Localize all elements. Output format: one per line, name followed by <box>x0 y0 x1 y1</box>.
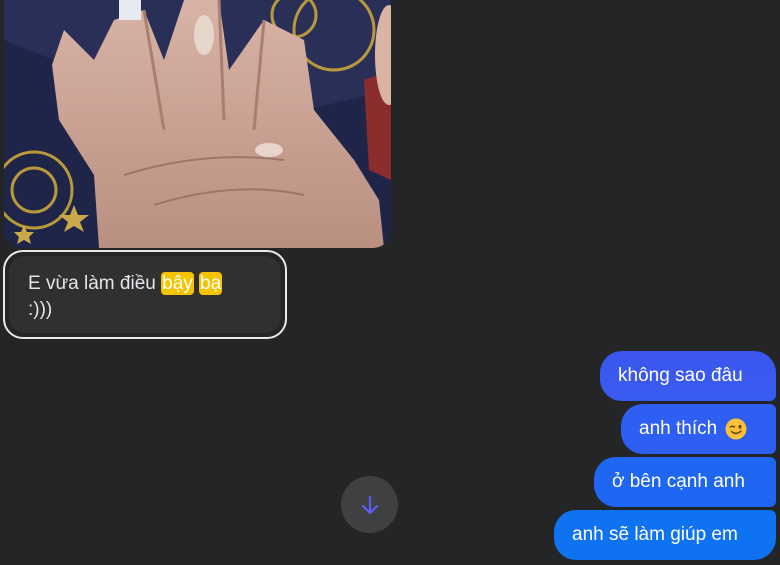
outgoing-message-bubble[interactable]: anh thích <box>621 404 776 454</box>
incoming-message-bubble[interactable]: E vừa làm điều bậy bạ :))) <box>3 250 287 339</box>
message-text: ở bên cạnh anh <box>612 471 745 492</box>
palm-photo <box>4 0 391 248</box>
highlighted-word: bậy <box>161 272 194 295</box>
incoming-photo-message[interactable] <box>4 0 391 248</box>
message-text: anh sẽ làm giúp em <box>572 524 738 545</box>
message-text: anh thích <box>639 418 718 439</box>
message-text: E vừa làm điều <box>28 273 162 294</box>
arrow-down-icon <box>361 495 378 514</box>
highlighted-word: bạ <box>199 272 223 295</box>
outgoing-message-bubble[interactable]: không sao đâu <box>600 351 776 401</box>
outgoing-message-bubble[interactable]: ở bên cạnh anh <box>594 457 776 507</box>
wink-emoji-icon <box>725 418 747 440</box>
incoming-message-content: E vừa làm điều bậy bạ :))) <box>9 256 281 333</box>
scroll-to-bottom-button[interactable] <box>341 476 398 533</box>
message-text: không sao đâu <box>618 365 743 386</box>
outgoing-message-bubble[interactable]: anh sẽ làm giúp em <box>554 510 776 560</box>
message-text: :))) <box>28 299 53 320</box>
chat-thread: E vừa làm điều bậy bạ :))) không sao đâu… <box>0 0 780 565</box>
